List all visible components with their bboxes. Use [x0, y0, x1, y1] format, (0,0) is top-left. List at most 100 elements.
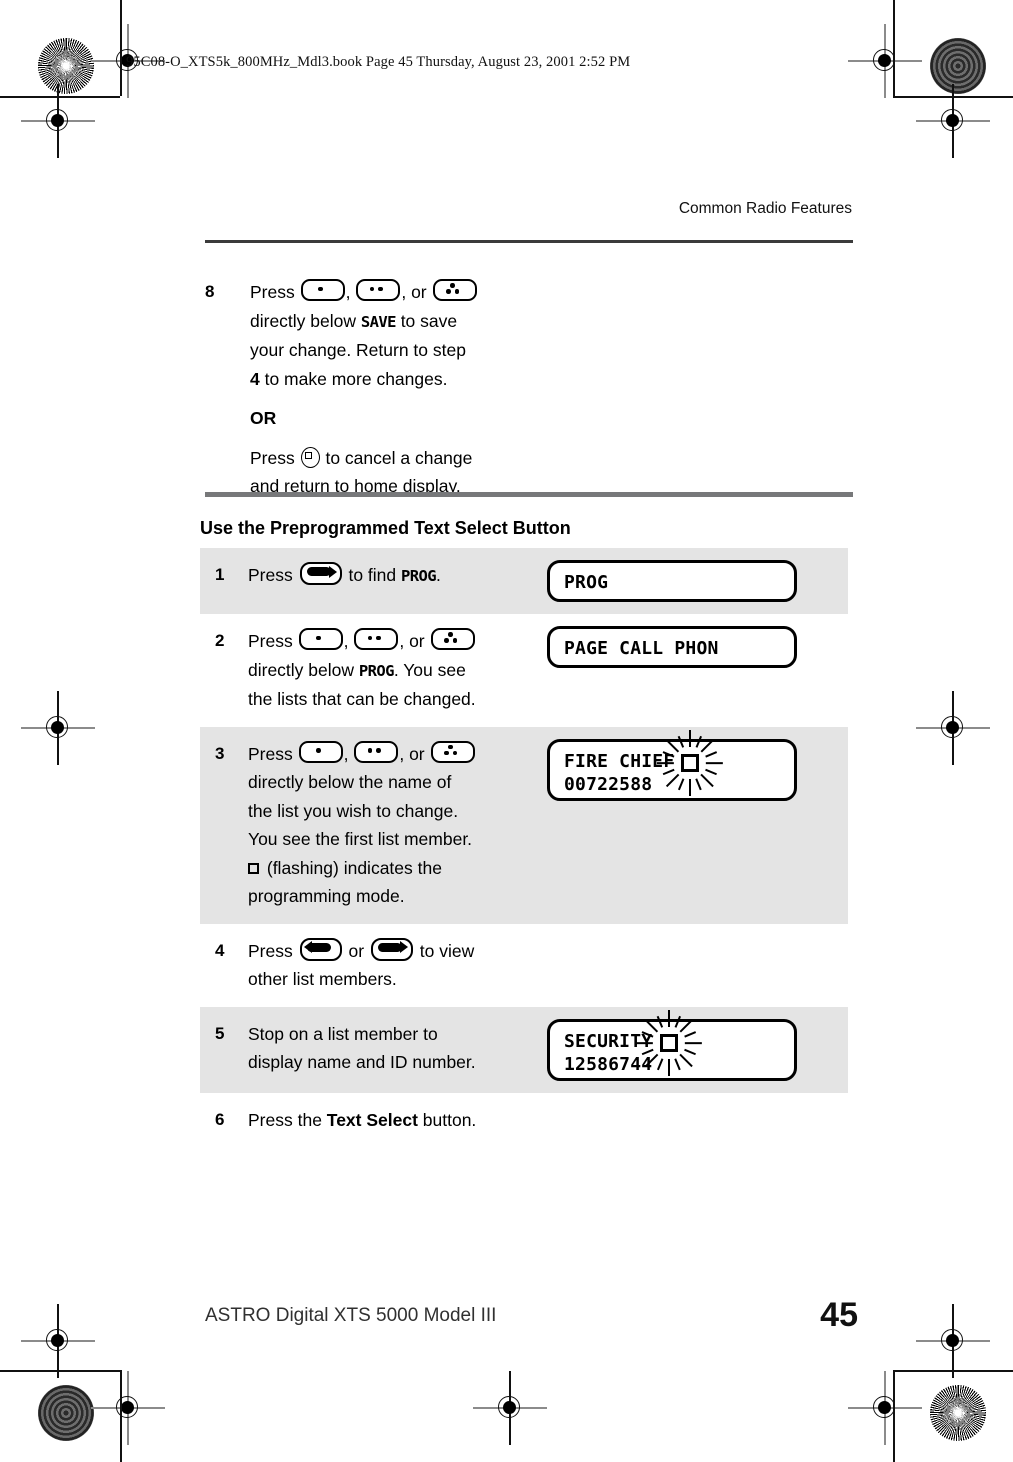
step-text: Press to find PROG. [248, 548, 543, 604]
table-row: 4 Press or to view other list members. [200, 924, 848, 1007]
step-8-text: Press , , or directly below SAVE to save… [250, 278, 478, 501]
text-select-button-name: Text Select [326, 1109, 418, 1130]
step-8-line4-rest: to make more changes. [259, 368, 448, 389]
prog-lcd-label: PROG [358, 661, 395, 680]
step-2-press: Press [248, 631, 298, 651]
siemens-star-mark-bottom-right [930, 1385, 986, 1441]
two-dot-button-icon[interactable] [354, 740, 399, 763]
table-row: 3 Press , , or directly below the name o… [200, 726, 848, 924]
concentric-rings-mark-bottom-left [38, 1385, 94, 1441]
step-2-below: directly below [248, 659, 359, 680]
step-8-comma-1: , [345, 282, 356, 302]
trim-rule-top-left [0, 96, 120, 98]
running-header: Common Radio Features [678, 200, 852, 217]
three-dot-button-icon[interactable] [430, 740, 475, 763]
section-divider-rule [205, 492, 853, 497]
step-8-line2-suffix: to save [395, 310, 458, 331]
step-number: 2 [215, 631, 225, 650]
table-row: 6 Press the Text Select button. [200, 1093, 848, 1148]
step-5-line1: Stop on a list member to [248, 1023, 438, 1044]
step-1-press: Press [248, 565, 298, 585]
step-3-line5: (flashing) indicates the [262, 857, 442, 878]
step-8-line2-prefix: directly below [250, 310, 361, 331]
step-number: 3 [215, 743, 225, 763]
radio-display: PAGE CALL PHON [547, 626, 797, 668]
step-number: 5 [215, 1023, 225, 1043]
step-1-period: . [435, 565, 441, 585]
two-dot-button-icon[interactable] [354, 628, 399, 650]
prog-lcd-label: PROG [401, 567, 437, 585]
crosshair-mark-bottom-right-inner [916, 1304, 990, 1378]
step-8-cancel-mid: to cancel a change [320, 447, 473, 468]
one-dot-button-icon[interactable] [300, 279, 345, 301]
step-3-press: Press [248, 743, 298, 764]
display-cell: PAGE CALL PHON [543, 614, 848, 680]
step-2-comma-1: , [343, 631, 354, 651]
trim-rule-left-edge [120, 0, 122, 96]
step-3-line2: directly below the name of [248, 772, 452, 792]
header-divider-rule [205, 240, 853, 243]
footer-page-number: 45 [820, 1296, 858, 1334]
left-arrow-button-icon[interactable] [299, 937, 342, 961]
step-3-line3: the list you wish to change. [248, 800, 459, 821]
concentric-rings-mark-top-right [930, 38, 986, 94]
step-6-prefix: Press the [248, 1109, 327, 1130]
section-heading: Use the Preprogrammed Text Select Button [200, 518, 571, 538]
display-line-1: PROG [564, 572, 609, 593]
step-8-or-label: OR [250, 408, 277, 428]
display-cell [543, 924, 848, 948]
table-row: 5 Stop on a list member to display name … [200, 1006, 848, 1093]
trim-rule-bottom-right [893, 1370, 1013, 1372]
two-dot-button-icon[interactable] [356, 279, 401, 301]
step-text: Stop on a list member to display name an… [248, 1007, 543, 1090]
right-arrow-button-icon[interactable] [370, 937, 413, 961]
trim-rule-top-right [893, 96, 1013, 98]
step-text: Press or to view other list members. [248, 924, 543, 1007]
step-8-or-sep: , or [401, 282, 432, 302]
crosshair-mark-bottom-right-outer [848, 1371, 922, 1445]
step-3-or-sep: , or [399, 743, 430, 764]
step-text: Press the Text Select button. [248, 1093, 543, 1148]
crosshair-mark-bottom-left-outer [91, 1371, 165, 1445]
save-lcd-label: SAVE [360, 312, 397, 331]
step-2-or-sep: , or [399, 631, 430, 651]
step-text: Press , , or directly below the name of … [248, 727, 543, 924]
table-row: 1 Press to find PROG. PROG [200, 548, 848, 614]
flashing-indicator-icon [636, 1009, 702, 1076]
step-number: 6 [215, 1109, 225, 1129]
step-6-suffix: button. [417, 1109, 477, 1130]
flashing-square-icon [248, 862, 259, 874]
step-8-step-ref: 4 [250, 368, 260, 389]
step-3-comma-1: , [343, 743, 354, 764]
step-3-line6: programming mode. [248, 886, 405, 906]
trim-rule-right-edge-bottom [893, 1370, 895, 1462]
three-dot-button-icon[interactable] [430, 628, 475, 650]
step-8-number: 8 [205, 282, 215, 301]
one-dot-button-icon[interactable] [298, 740, 343, 763]
display-cell: FIRE CHIEF 00722588 [543, 727, 848, 813]
trim-rule-right-edge [893, 0, 895, 96]
step-1-find: to find [343, 565, 402, 585]
crosshair-mark-mid-right [916, 691, 990, 765]
radio-display: PROG [547, 560, 797, 602]
step-4-toview: to view [414, 940, 475, 961]
crosshair-mark-top-right-inner [916, 84, 990, 158]
step-number: 4 [215, 940, 225, 960]
home-button-icon[interactable] [300, 446, 320, 468]
trim-rule-bottom-left [0, 1370, 120, 1372]
step-8-block: 8 Press , , or directly below SAVE to sa… [205, 278, 765, 501]
step-4-or: or [343, 940, 369, 961]
step-number: 1 [215, 565, 225, 584]
right-arrow-button-icon[interactable] [299, 562, 342, 585]
radio-display: FIRE CHIEF 00722588 [547, 729, 797, 801]
step-8-press-label: Press [250, 282, 300, 302]
flashing-indicator-icon [657, 729, 723, 796]
display-line-1: PAGE CALL PHON [564, 638, 719, 659]
siemens-star-mark-top-left [38, 38, 94, 94]
three-dot-button-icon[interactable] [432, 279, 477, 301]
crosshair-mark-top-left-inner [21, 84, 95, 158]
step-3-line4: You see the first list member. [248, 829, 473, 849]
display-cell [543, 1093, 848, 1117]
one-dot-button-icon[interactable] [298, 628, 343, 650]
crosshair-mark-top-right-outer [848, 24, 922, 98]
